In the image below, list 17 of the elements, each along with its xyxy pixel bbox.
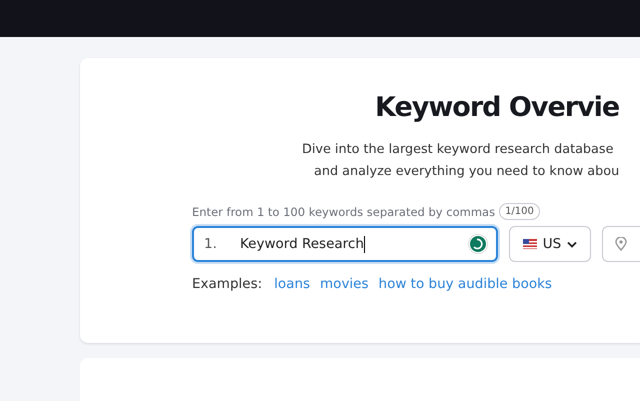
- input-hint: Enter from 1 to 100 keywords separated by commas: [192, 204, 496, 218]
- chevron-down-icon: [567, 240, 578, 248]
- example-link[interactable]: movies: [320, 276, 369, 292]
- subtitle-line: Dive into the largest keyword research database: [302, 141, 614, 159]
- location-field[interactable]: [602, 226, 640, 262]
- example-link[interactable]: loans: [274, 276, 310, 292]
- keyword-input-field[interactable]: 1. Keyword Research: [192, 226, 498, 262]
- subtitle-line: and analyze everything you need to know abou: [314, 163, 620, 181]
- examples-label: Examples:: [192, 276, 262, 292]
- country-dropdown[interactable]: US: [509, 226, 591, 262]
- example-link[interactable]: how to buy audible books: [378, 276, 552, 292]
- location-pin-icon: [615, 237, 627, 251]
- line-number: 1.: [204, 236, 218, 252]
- page-title: Keyword Overvie: [375, 91, 620, 125]
- flag-icon: [522, 239, 537, 249]
- loading-spinner-icon: [468, 234, 488, 254]
- keyword-counter: 1/100: [499, 203, 540, 220]
